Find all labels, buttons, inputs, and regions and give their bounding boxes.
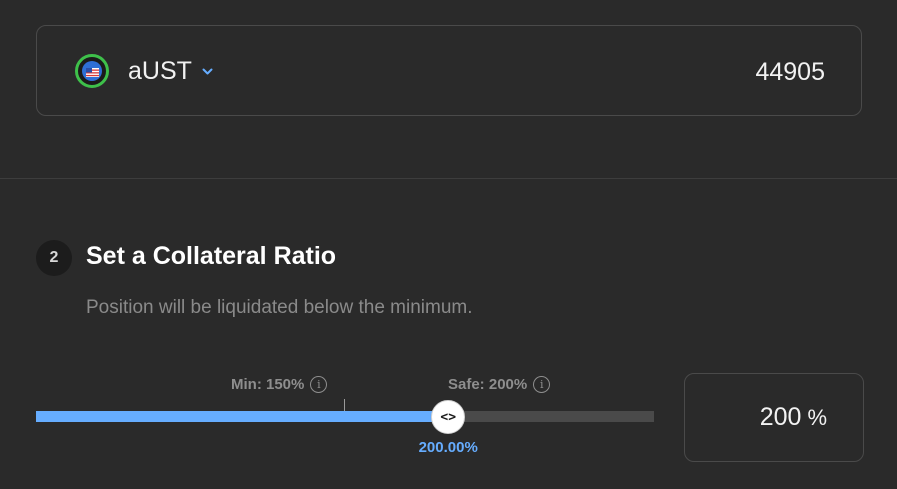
asset-input-box: aUST 44905: [36, 25, 862, 116]
step-number-badge: 2: [36, 240, 72, 276]
token-name: aUST: [128, 56, 192, 85]
slider-value-label: 200.00%: [418, 439, 478, 456]
ust-flag-token-icon: [75, 54, 109, 88]
min-ratio-label: Min: 150% i: [231, 376, 328, 393]
min-ratio-tick: [344, 399, 345, 411]
section-divider: [0, 178, 897, 179]
percent-unit: %: [807, 404, 827, 430]
collateral-slider-track[interactable]: [36, 411, 654, 422]
safe-ratio-text: Safe: 200%: [448, 376, 528, 393]
collateral-ratio-input[interactable]: [731, 403, 802, 432]
section-title: Set a Collateral Ratio: [86, 242, 337, 270]
ratio-input-box: %: [684, 373, 864, 462]
info-icon[interactable]: i: [310, 376, 328, 393]
asset-selector[interactable]: aUST: [75, 53, 213, 89]
slider-handle[interactable]: <>: [431, 400, 466, 434]
collateral-slider-fill: [36, 411, 449, 422]
safe-ratio-label: Safe: 200% i: [448, 376, 551, 393]
asset-amount[interactable]: 44905: [755, 58, 825, 87]
section-description: Position will be liquidated below the mi…: [86, 297, 473, 318]
min-ratio-text: Min: 150%: [231, 376, 305, 393]
info-icon[interactable]: i: [533, 376, 551, 393]
chevron-down-icon[interactable]: [202, 63, 213, 81]
